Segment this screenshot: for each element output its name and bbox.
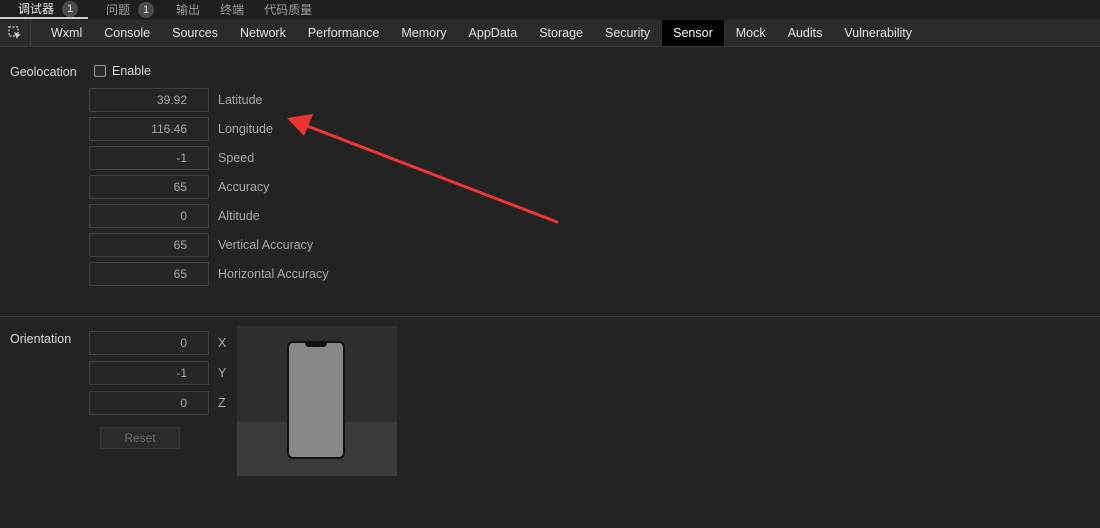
tab-memory[interactable]: Memory (390, 20, 457, 46)
tab-sources[interactable]: Sources (161, 20, 229, 46)
section-divider (0, 316, 1100, 317)
latitude-input[interactable]: 39.92 (89, 88, 209, 112)
tab-debugger[interactable]: 调试器 1 (0, 0, 89, 19)
orientation-x-input[interactable]: 0 (89, 331, 209, 355)
orientation-z-input[interactable]: 0 (89, 391, 209, 415)
debugger-count-badge: 1 (62, 0, 79, 17)
vertical-accuracy-label: Vertical Accuracy (218, 238, 314, 252)
orientation-z-label: Z (218, 396, 226, 410)
horizontal-accuracy-input[interactable]: 65 (89, 262, 209, 286)
longitude-input[interactable]: 116.46 (89, 117, 209, 141)
tab-vulnerability[interactable]: Vulnerability (833, 20, 923, 46)
tab-terminal-label: 终端 (220, 3, 245, 17)
altitude-row: 0 Altitude (89, 204, 260, 228)
inspect-icon (8, 26, 21, 39)
altitude-input[interactable]: 0 (89, 204, 209, 228)
tab-output[interactable]: 输出 (164, 0, 210, 19)
tab-security[interactable]: Security (594, 20, 661, 46)
tab-appdata[interactable]: AppData (458, 20, 529, 46)
geolocation-title: Geolocation (10, 65, 77, 79)
tab-issues[interactable]: 问题 1 (88, 0, 164, 19)
phone-notch (305, 342, 327, 347)
accuracy-input[interactable]: 65 (89, 175, 209, 199)
latitude-label: Latitude (218, 93, 263, 107)
vertical-accuracy-row: 65 Vertical Accuracy (89, 233, 313, 257)
reset-button[interactable]: Reset (100, 427, 180, 449)
tab-code-quality-label: 代码质量 (264, 3, 313, 17)
tab-output-label: 输出 (176, 3, 201, 17)
inspect-element-button[interactable] (0, 20, 31, 46)
orientation-y-label: Y (218, 366, 227, 380)
orientation-y-row: -1 Y (89, 361, 226, 385)
tab-issues-label: 问题 (106, 3, 131, 17)
speed-label: Speed (218, 151, 255, 165)
horizontal-accuracy-row: 65 Horizontal Accuracy (89, 262, 328, 286)
longitude-label: Longitude (218, 122, 273, 136)
geolocation-enable-toggle[interactable]: Enable (94, 64, 151, 78)
speed-row: -1 Speed (89, 146, 254, 170)
top-tab-bar: 调试器 1 问题 1 输出 终端 代码质量 (0, 0, 1100, 19)
orientation-x-label: X (218, 336, 227, 350)
vertical-accuracy-input[interactable]: 65 (89, 233, 209, 257)
tab-code-quality[interactable]: 代码质量 (254, 0, 322, 19)
phone-model[interactable] (287, 341, 345, 459)
tab-storage[interactable]: Storage (528, 20, 594, 46)
orientation-x-row: 0 X (89, 331, 226, 355)
speed-input[interactable]: -1 (89, 146, 209, 170)
tab-audits[interactable]: Audits (777, 20, 834, 46)
enable-label: Enable (112, 64, 151, 78)
tab-sensor[interactable]: Sensor (662, 20, 724, 46)
tab-debugger-label: 调试器 (18, 2, 55, 16)
accuracy-row: 65 Accuracy (89, 175, 269, 199)
panel-tab-bar: Wxml Console Sources Network Performance… (0, 20, 1100, 47)
accuracy-label: Accuracy (218, 180, 270, 194)
altitude-label: Altitude (218, 209, 260, 223)
tab-terminal[interactable]: 终端 (210, 0, 254, 19)
tab-console[interactable]: Console (93, 20, 161, 46)
horizontal-accuracy-label: Horizontal Accuracy (218, 267, 329, 281)
issues-count-badge: 1 (138, 1, 155, 18)
enable-checkbox[interactable] (94, 65, 106, 77)
tab-wxml[interactable]: Wxml (31, 20, 93, 46)
device-orientation-preview[interactable] (237, 326, 397, 476)
orientation-z-row: 0 Z (89, 391, 226, 415)
orientation-y-input[interactable]: -1 (89, 361, 209, 385)
latitude-row: 39.92 Latitude (89, 88, 262, 112)
longitude-row: 116.46 Longitude (89, 117, 273, 141)
tab-performance[interactable]: Performance (297, 20, 391, 46)
orientation-title: Orientation (10, 332, 72, 346)
tab-mock[interactable]: Mock (725, 20, 777, 46)
tab-network[interactable]: Network (229, 20, 297, 46)
